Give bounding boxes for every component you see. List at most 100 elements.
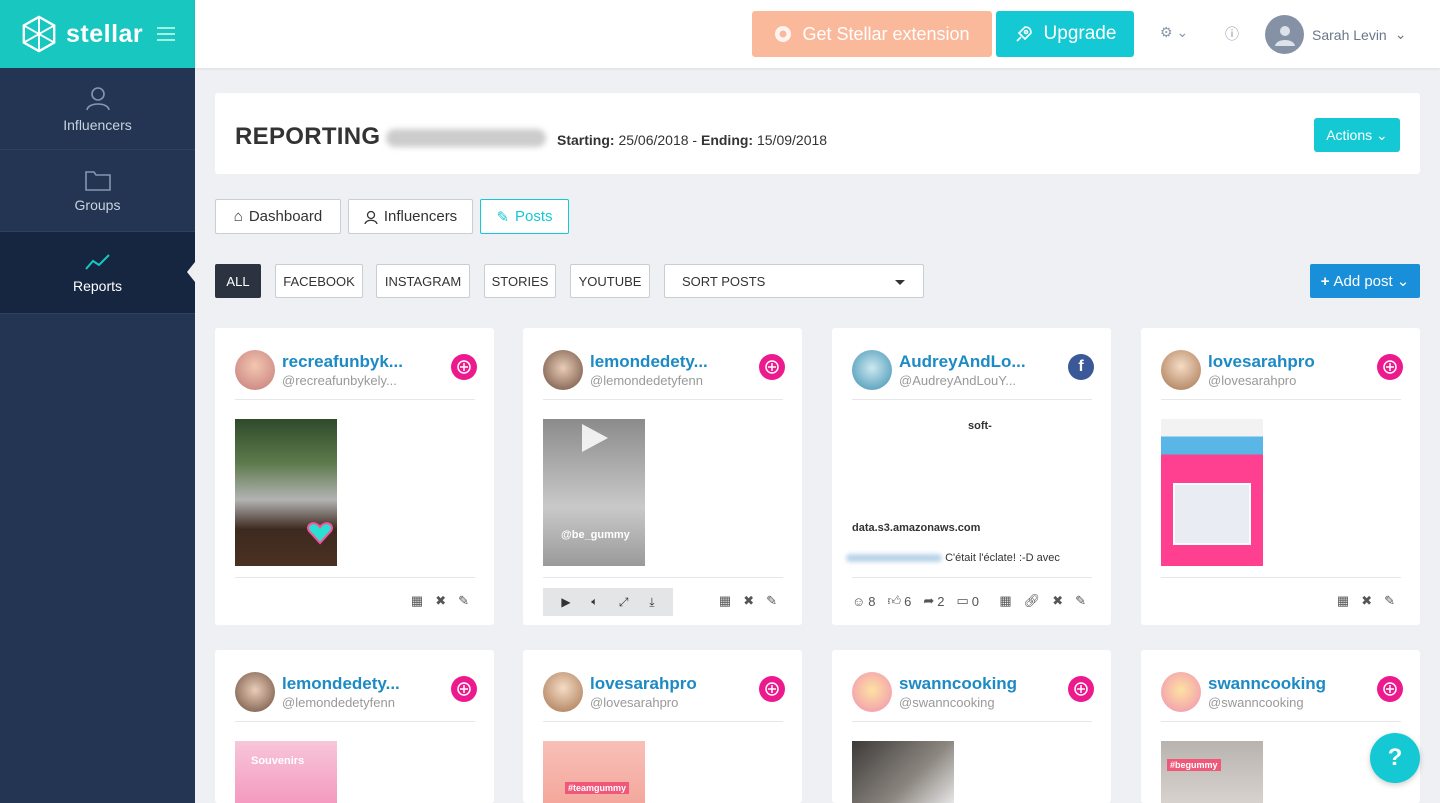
avatar[interactable]	[543, 350, 583, 390]
avatar[interactable]	[235, 672, 275, 712]
filter-youtube[interactable]: YOUTUBE	[570, 264, 650, 298]
influencer-name[interactable]: swanncooking	[899, 674, 1017, 694]
calendar-icon[interactable]: ▦	[411, 593, 423, 609]
influencer-name[interactable]: lemondedety...	[590, 352, 708, 372]
post-image[interactable]	[1161, 419, 1263, 566]
actions-button[interactable]: Actions ⌄	[1314, 118, 1400, 152]
video-player-controls: ▶ 🔈︎ ⤢ ⤓	[543, 588, 673, 616]
influencer-handle: @lovesarahpro	[590, 695, 679, 710]
get-extension-button[interactable]: Get Stellar extension	[752, 11, 992, 57]
upgrade-button[interactable]: Upgrade	[996, 11, 1134, 57]
share-icon: ➦	[923, 593, 935, 608]
user-name: Sarah Levin	[1312, 26, 1387, 43]
home-icon: ⌂	[233, 208, 243, 225]
avatar	[1265, 15, 1304, 54]
tab-influencers[interactable]: Influencers	[348, 199, 473, 234]
edit-icon[interactable]: ✎	[766, 593, 777, 609]
post-card: swanncooking @swanncooking	[832, 650, 1111, 803]
filter-instagram[interactable]: INSTAGRAM	[376, 264, 470, 298]
facebook-icon: f	[1068, 354, 1094, 380]
influencer-name[interactable]: swanncooking	[1208, 674, 1326, 694]
influencer-name[interactable]: lovesarahpro	[1208, 352, 1315, 372]
stellar-logo-icon[interactable]	[20, 15, 58, 53]
stat-comments: ▭ 0	[956, 593, 980, 609]
stat-reactions: ☺ 8	[852, 593, 876, 609]
influencer-handle: @AudreyAndLouY...	[899, 373, 1017, 388]
post-card: AudreyAndLo... @AudreyAndLouY... f soft-…	[832, 328, 1111, 625]
play-icon[interactable]: ▶	[561, 595, 570, 609]
close-icon[interactable]: ✖	[435, 593, 446, 609]
post-card: lemondedety... @lemondedetyfenn Souvenir…	[215, 650, 494, 803]
topbar: Get Stellar extension Upgrade ⚙ ⌄ ⓘ Sara…	[195, 0, 1440, 68]
download-icon[interactable]: ⤓	[649, 595, 654, 610]
close-icon[interactable]: ✖	[1361, 593, 1372, 609]
brand-bar: stellar	[0, 0, 195, 68]
user-icon	[1274, 25, 1295, 46]
sidebar: stellar Influencers Groups Reports	[0, 0, 195, 803]
influencer-name[interactable]: AudreyAndLo...	[899, 352, 1026, 372]
post-link-domain[interactable]: data.s3.amazonaws.com	[852, 522, 980, 534]
post-image[interactable]	[235, 419, 337, 566]
link-icon[interactable]: 🔗︎	[1024, 593, 1041, 609]
post-image[interactable]	[852, 741, 954, 803]
filter-stories[interactable]: STORIES	[484, 264, 556, 298]
stat-likes: 👍︎ 6	[887, 593, 912, 609]
post-image[interactable]: #teamgummy	[543, 741, 645, 803]
post-video[interactable]: @be_gummy	[543, 419, 645, 566]
filter-all[interactable]: ALL	[215, 264, 261, 298]
avatar[interactable]	[543, 672, 583, 712]
post-card: lovesarahpro @lovesarahpro #teamgummy	[523, 650, 802, 803]
video-caption: @be_gummy	[561, 529, 630, 541]
user-menu[interactable]: Sarah Levin ⌄	[1265, 15, 1406, 54]
help-circle-icon[interactable]: ⓘ	[1225, 24, 1239, 44]
gear-icon[interactable]: ⚙ ⌄	[1160, 24, 1188, 41]
caret-down-icon	[895, 280, 905, 285]
menu-toggle-icon[interactable]	[157, 27, 175, 41]
help-chat-button[interactable]: ?	[1370, 733, 1420, 783]
avatar[interactable]	[235, 350, 275, 390]
close-icon[interactable]: ✖	[743, 593, 754, 609]
calendar-icon[interactable]: ▦	[719, 593, 731, 609]
add-post-button[interactable]: + Add post ⌄	[1310, 264, 1420, 298]
close-icon[interactable]: ✖	[1052, 593, 1063, 609]
chart-line-icon	[84, 253, 110, 270]
calendar-icon[interactable]: ▦	[999, 593, 1011, 609]
filter-facebook[interactable]: FACEBOOK	[275, 264, 363, 298]
influencer-name[interactable]: lovesarahpro	[590, 674, 697, 694]
play-icon	[582, 424, 608, 452]
influencer-name[interactable]: recreafunbyk...	[282, 352, 403, 372]
calendar-icon[interactable]: ▦	[1337, 593, 1349, 609]
avatar[interactable]	[852, 350, 892, 390]
post-video[interactable]: #begummy	[1161, 741, 1263, 803]
tab-dashboard[interactable]: ⌂ Dashboard	[215, 199, 341, 234]
avatar[interactable]	[852, 672, 892, 712]
blurred-mention	[846, 554, 942, 563]
avatar[interactable]	[1161, 350, 1201, 390]
volume-icon[interactable]: 🔈︎	[591, 596, 598, 609]
sort-posts-select[interactable]: SORT POSTS	[664, 264, 924, 298]
report-dates: Starting: 25/06/2018 - Ending: 15/09/201…	[557, 132, 828, 148]
avatar[interactable]	[1161, 672, 1201, 712]
sidebar-item-reports[interactable]: Reports	[0, 232, 195, 314]
chrome-icon	[775, 26, 792, 42]
post-card: recreafunbyk... @recreafunbykely... ▦ ✖ …	[215, 328, 494, 625]
post-image[interactable]: Souvenirs	[235, 741, 337, 803]
edit-icon[interactable]: ✎	[458, 593, 469, 609]
user-icon	[364, 210, 378, 224]
user-icon	[85, 86, 110, 110]
post-caption: C'était l'éclate! :-D avec	[846, 552, 1060, 564]
tab-posts[interactable]: ✎ Posts	[480, 199, 569, 234]
sidebar-item-influencers[interactable]: Influencers	[0, 68, 195, 150]
fullscreen-icon[interactable]: ⤢	[619, 595, 629, 610]
influencer-handle: @swanncooking	[899, 695, 995, 710]
edit-icon[interactable]: ✎	[1075, 593, 1086, 609]
edit-icon[interactable]: ✎	[1384, 593, 1395, 609]
influencer-name[interactable]: lemondedety...	[282, 674, 400, 694]
sidebar-item-groups[interactable]: Groups	[0, 150, 195, 232]
heart-sticker-icon	[307, 522, 333, 545]
sidebar-item-label: Influencers	[63, 116, 132, 133]
smile-icon: ☺	[852, 593, 866, 609]
sidebar-item-label: Groups	[74, 196, 121, 213]
thumbs-up-icon: 👍︎	[887, 593, 902, 608]
folder-icon	[84, 170, 111, 191]
